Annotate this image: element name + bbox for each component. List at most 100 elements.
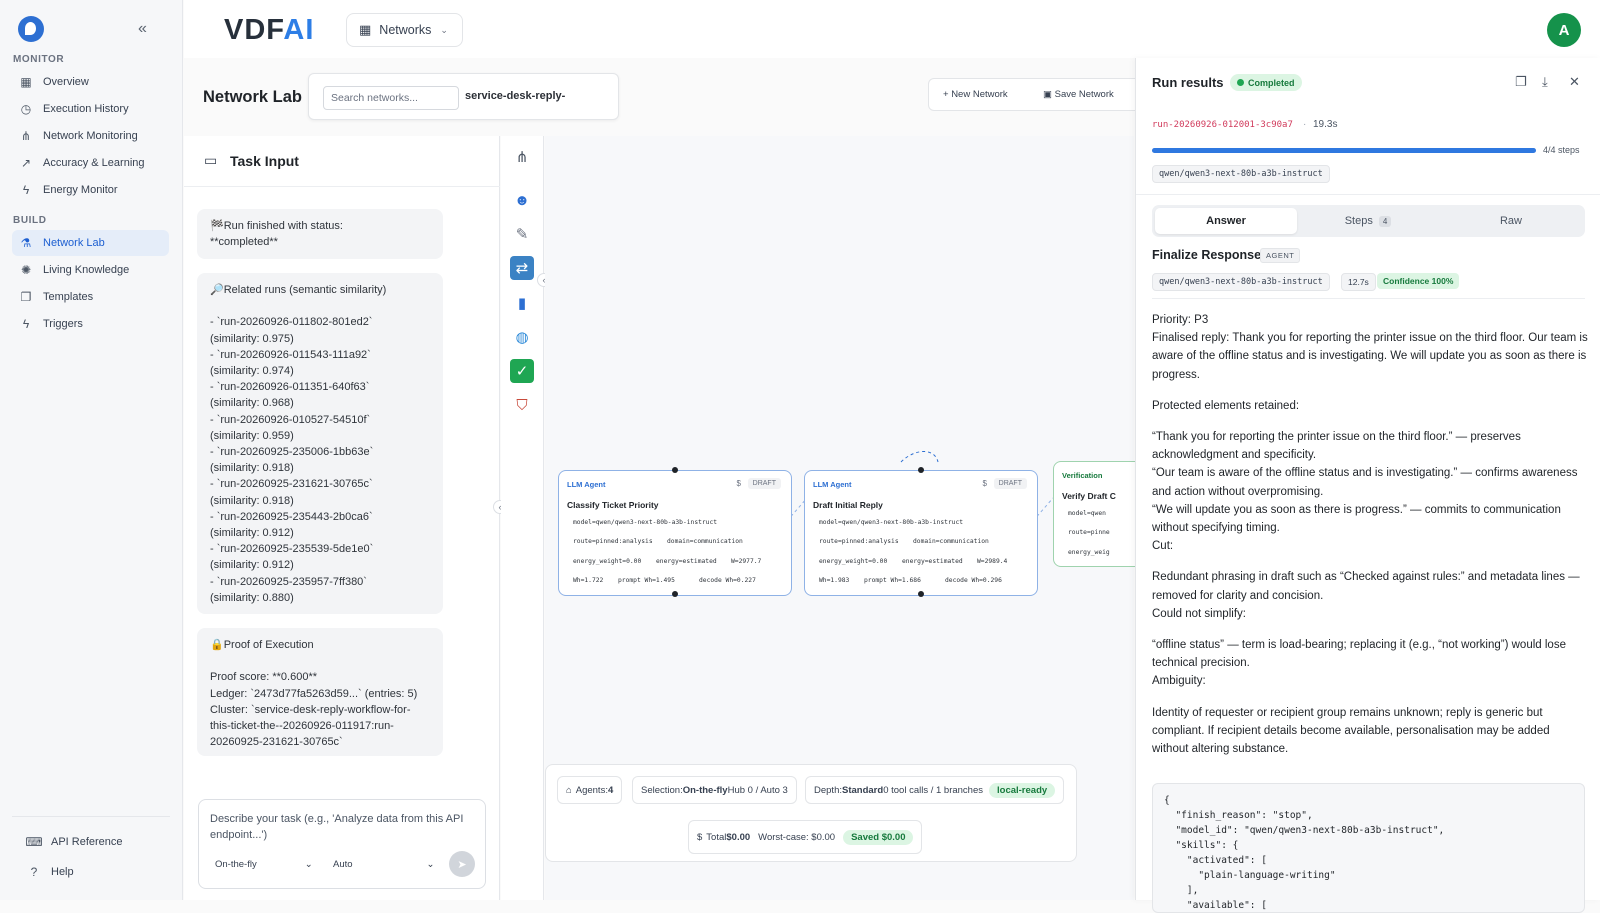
mode-select[interactable]: On-the-fly ⌄ [215,859,313,870]
worst-case: Worst-case: $0.00 [758,831,836,843]
node-energy-estimate: energy=estimated [652,556,721,567]
sidebar-item-templates[interactable]: ❐ Templates [12,284,169,310]
network-search-box: Search networks... service-desk-reply- [308,73,619,120]
tab-answer[interactable]: Answer [1155,208,1297,234]
step-time: 12.7s [1341,273,1376,291]
task-title: Task Input [230,153,299,169]
step-model: qwen/qwen3-next-80b-a3b-instruct [1152,273,1330,291]
model-select[interactable]: Auto ⌄ [333,859,435,870]
run-results-panel: Run results Completed ❐ ⤓ ✕ run-20260926… [1135,58,1600,913]
cost-summary: $ Total $0.00 Worst-case: $0.00 Saved $0.00 [688,820,923,854]
sidebar-item-execution-history[interactable]: ◷ Execution History [12,96,169,122]
sidebar-item-api-reference[interactable]: ⌨ API Reference [20,829,177,855]
save-network-button[interactable]: ▣ Save Network [1043,89,1114,100]
check-icon[interactable]: ✓ [510,359,534,383]
node-title: Draft Initial Reply [813,500,883,510]
agents-label: Agents: [575,784,608,796]
brand-name-ai: AI [283,14,315,46]
answer-paragraph: “We will update you as soon as there is … [1152,503,1561,535]
close-icon[interactable]: ✕ [1569,74,1580,90]
grid-icon: ▦ [359,22,372,37]
send-icon: ➤ [457,858,467,871]
tab-label: Answer [1206,215,1246,227]
search-input[interactable]: Search networks... [323,86,459,110]
collapse-sidebar-icon[interactable]: « [138,20,147,38]
wrench-icon[interactable]: ✎ [510,222,534,246]
new-network-button[interactable]: + New Network [943,89,1008,100]
lab-header: Network Lab Search networks... service-d… [184,58,1143,136]
sidebar-item-help[interactable]: ? Help [20,859,177,885]
section-monitor: MONITOR [13,54,65,65]
input-port[interactable] [672,467,678,473]
network-canvas[interactable]: LLM Agent $ DRAFT Classify Ticket Priori… [545,136,1173,900]
divider [12,816,170,817]
tab-steps[interactable]: Steps 4 [1297,208,1439,234]
node-route: route=pinned:analysis [569,536,657,547]
sidebar-item-living-knowledge[interactable]: ✺ Living Knowledge [12,257,169,283]
chat-icon: ▭ [204,152,218,168]
send-button[interactable]: ➤ [449,851,475,877]
node-watts: W=2977.7 [727,556,766,567]
save-icon: ▣ [1043,89,1055,100]
logo-icon[interactable] [18,16,44,42]
bolt-icon: ϟ [22,317,30,331]
sidebar-item-overview[interactable]: ▦ Overview [12,69,169,95]
node-draft-reply[interactable]: LLM Agent $ DRAFT Draft Initial Reply mo… [804,467,1038,597]
node-prompt-wh: prompt Wh=1.686 [860,575,925,586]
section-build: BUILD [13,215,47,226]
run-duration: 19.3s [1313,119,1338,130]
node-title: Classify Ticket Priority [567,500,659,510]
copy-icon[interactable]: ❐ [1515,74,1527,90]
dollar-icon: $ [697,831,703,843]
top-bar: VDFAI ▦ Networks ⌄ A [184,0,1600,58]
progress-fill [1152,148,1536,153]
agents-count: ⌂ Agents: 4 [557,776,623,804]
node-classify-ticket[interactable]: LLM Agent $ DRAFT Classify Ticket Priori… [558,467,792,597]
answer-paragraph: Could not simplify: [1152,607,1246,620]
answer-paragraph: Finalised reply: Thank you for reporting… [1152,332,1588,381]
results-tabs: Answer Steps 4 Raw [1152,205,1585,237]
node-status-badge: DRAFT [993,478,1027,489]
tool-calls: 0 tool calls / 1 branches [883,784,983,796]
sidebar-item-network-monitoring[interactable]: ⋔ Network Monitoring [12,123,169,149]
bolt-icon: ϟ [22,183,30,197]
task-input[interactable]: Describe your task (e.g., 'Analyze data … [210,811,480,843]
sidebar-item-label: Execution History [43,103,129,115]
brand-name: VDF [224,14,284,46]
selection-summary: Selection: On-the-fly Hub 0 / Auto 3 [632,776,797,804]
answer-paragraph: Priority: P3 [1152,314,1209,326]
selection-value: On-the-fly [682,784,728,796]
node-type: LLM Agent [567,480,606,489]
networks-dropdown[interactable]: ▦ Networks ⌄ [346,13,463,47]
node-energy-weight: energy_weig [1064,547,1114,558]
output-port[interactable] [672,591,678,597]
chart-icon[interactable]: ▮ [510,291,534,315]
sidebar-item-energy-monitor[interactable]: ϟ Energy Monitor [12,177,169,203]
agents-icon: ⌂ [566,784,572,796]
shield-icon[interactable]: ⛉ [510,393,534,417]
status-badge: Completed [1230,74,1302,91]
input-port[interactable] [918,467,924,473]
answer-text: Priority: P3 Finalised reply: Thank you f… [1152,311,1589,758]
help-icon: ? [30,865,38,879]
local-ready-badge: local-ready [989,782,1056,798]
current-network-name[interactable]: service-desk-reply- [465,90,565,102]
code-icon: ⌨ [25,835,43,849]
sidebar-item-label: Triggers [43,318,83,330]
dollar-icon: $ [982,479,987,488]
download-icon[interactable]: ⤓ [1542,74,1548,90]
brand-logo[interactable]: VDFAI [224,14,314,47]
shuffle-icon[interactable]: ⇄ [510,256,534,280]
output-port[interactable] [918,591,924,597]
globe-icon[interactable]: ◍ [510,325,534,349]
tab-raw[interactable]: Raw [1440,208,1582,234]
node-energy-weight: energy_weight=0.00 [569,556,646,567]
sidebar-item-network-lab[interactable]: ⚗ Network Lab [12,230,169,256]
plus-icon: + [943,89,952,100]
sidebar-item-accuracy[interactable]: ↗ Accuracy & Learning [12,150,169,176]
run-id[interactable]: run-20260926-012001-3c90a7 [1152,120,1293,130]
avatar[interactable]: A [1547,13,1581,47]
network-icon[interactable]: ⋔ [510,145,534,169]
sidebar-item-triggers[interactable]: ϟ Triggers [12,311,169,337]
robot-icon[interactable]: ☻ [510,188,534,212]
